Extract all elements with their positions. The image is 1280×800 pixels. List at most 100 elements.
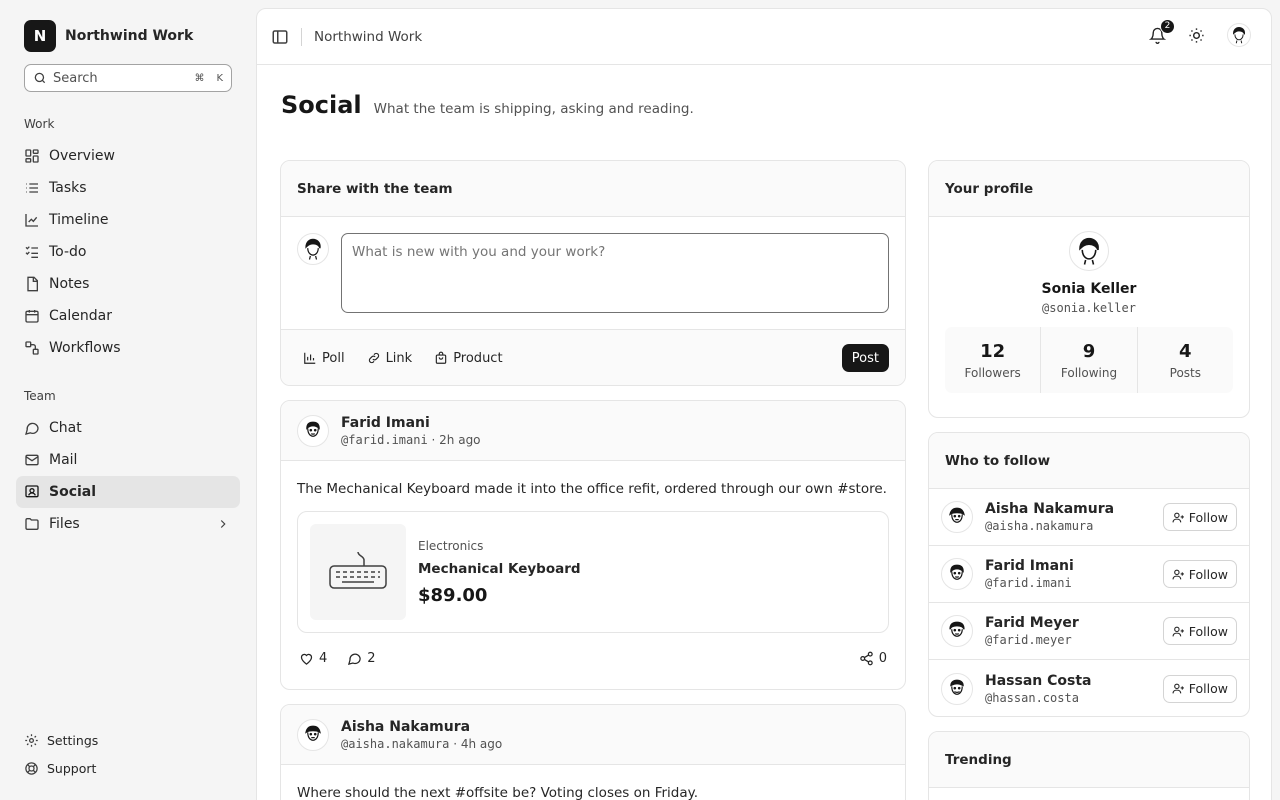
avatar-farid-icon bbox=[306, 421, 320, 437]
posts-label: Posts bbox=[1169, 365, 1201, 380]
follow-button[interactable]: Follow bbox=[1162, 560, 1237, 588]
post-author-name[interactable]: Aisha Nakamura bbox=[341, 719, 502, 735]
follow-button[interactable]: Follow bbox=[1162, 503, 1237, 531]
profile-card: Your profile Sonia Keller @sonia.keller … bbox=[928, 160, 1250, 418]
follow-label: Follow bbox=[1188, 566, 1228, 582]
topbar-divider bbox=[301, 27, 302, 46]
avatar-sonia-icon bbox=[1233, 26, 1246, 44]
product-card[interactable]: Electronics Mechanical Keyboard $89.00 bbox=[297, 511, 889, 633]
sidebar-item-timeline[interactable]: Timeline bbox=[16, 204, 240, 236]
search-icon bbox=[34, 72, 46, 84]
follow-name[interactable]: Farid Imani bbox=[985, 558, 1074, 574]
follow-handle: @farid.meyer bbox=[985, 633, 1072, 647]
sidebar-item-calendar[interactable]: Calendar bbox=[16, 300, 240, 332]
user-avatar[interactable] bbox=[1227, 23, 1251, 47]
product-button[interactable]: Product bbox=[434, 351, 503, 366]
share-button[interactable]: 0 bbox=[859, 651, 887, 666]
sidebar-item-chat[interactable]: Chat bbox=[16, 412, 240, 444]
following-count: 9 bbox=[1082, 340, 1096, 362]
calendar-icon bbox=[25, 310, 39, 323]
profile-handle: @sonia.keller bbox=[1042, 301, 1136, 315]
composer-actions: Poll Link Product Post bbox=[281, 330, 905, 385]
stat-followers[interactable]: 12 Followers bbox=[945, 327, 1042, 393]
avatar-farid-meyer-icon bbox=[949, 621, 965, 637]
follow-avatar[interactable] bbox=[941, 558, 973, 590]
who-to-follow-card: Who to follow Aisha Nakamura @aisha.naka… bbox=[928, 432, 1250, 717]
sidebar-item-label: Calendar bbox=[49, 308, 112, 324]
sidebar-item-tasks[interactable]: Tasks bbox=[16, 172, 240, 204]
follow-label: Follow bbox=[1188, 509, 1228, 525]
sidebar-item-label: Mail bbox=[49, 452, 78, 468]
like-count: 4 bbox=[319, 650, 328, 666]
sidebar-item-overview[interactable]: Overview bbox=[16, 140, 240, 172]
list-item: Hassan Costa @hassan.costa Follow bbox=[929, 660, 1249, 716]
product-category: Electronics bbox=[418, 538, 484, 553]
support-link[interactable]: Support bbox=[24, 761, 96, 776]
composer-title: Share with the team bbox=[281, 161, 905, 217]
breadcrumb[interactable]: Northwind Work bbox=[314, 29, 422, 45]
follow-handle: @aisha.nakamura bbox=[985, 519, 1094, 533]
user-plus-icon bbox=[1172, 512, 1184, 522]
search-input[interactable]: Search ⌘ K bbox=[24, 64, 232, 92]
composer-avatar bbox=[297, 233, 329, 265]
brand[interactable]: N Northwind Work bbox=[24, 20, 193, 52]
following-label: Following bbox=[1060, 365, 1118, 380]
sidebar-item-notes[interactable]: Notes bbox=[16, 268, 240, 300]
link-button[interactable]: Link bbox=[367, 351, 412, 366]
post-author-avatar[interactable] bbox=[297, 414, 329, 447]
follow-name[interactable]: Farid Meyer bbox=[985, 615, 1079, 631]
shopping-bag-icon bbox=[435, 351, 447, 364]
settings-link[interactable]: Settings bbox=[24, 733, 98, 748]
sidebar-item-files[interactable]: Files bbox=[16, 508, 240, 540]
support-label: Support bbox=[47, 761, 97, 776]
search-placeholder: Search bbox=[53, 70, 98, 86]
profile-avatar[interactable] bbox=[1069, 231, 1109, 271]
posts-count: 4 bbox=[1179, 340, 1192, 362]
page-subtitle: What the team is shipping, asking and re… bbox=[373, 101, 694, 117]
notifications-button[interactable]: 2 bbox=[1149, 18, 1175, 44]
avatar-sonia-icon bbox=[1079, 237, 1099, 265]
post-button[interactable]: Post bbox=[841, 344, 889, 372]
list-item: Farid Meyer @farid.meyer Follow bbox=[929, 603, 1249, 660]
avatar-hassan-icon bbox=[950, 679, 964, 695]
user-plus-icon bbox=[1172, 683, 1184, 694]
follow-name[interactable]: Aisha Nakamura bbox=[985, 501, 1114, 517]
notification-badge: 2 bbox=[1160, 18, 1175, 34]
list-icon bbox=[26, 183, 38, 193]
sidebar-item-label: Chat bbox=[49, 420, 82, 436]
sidebar-item-workflows[interactable]: Workflows bbox=[16, 332, 240, 364]
follow-button[interactable]: Follow bbox=[1162, 617, 1237, 645]
comment-button[interactable]: 2 bbox=[347, 650, 376, 666]
sun-icon[interactable] bbox=[1188, 27, 1205, 44]
follow-label: Follow bbox=[1188, 681, 1228, 696]
composer-input[interactable] bbox=[341, 233, 889, 313]
sidebar-toggle-icon[interactable] bbox=[271, 28, 289, 46]
stat-following[interactable]: 9 Following bbox=[1041, 327, 1138, 393]
follow-handle: @hassan.costa bbox=[985, 690, 1079, 705]
follow-avatar[interactable] bbox=[941, 501, 973, 533]
like-button[interactable]: 4 bbox=[299, 651, 327, 666]
sidebar-item-mail[interactable]: Mail bbox=[16, 444, 240, 476]
follow-button[interactable]: Follow bbox=[1162, 674, 1237, 703]
avatar-aisha-icon bbox=[949, 507, 965, 523]
main-panel: Northwind Work 2 Social What the team is… bbox=[256, 8, 1272, 800]
post-text: Where should the next #offsite be? Votin… bbox=[297, 785, 698, 800]
sidebar-item-todo[interactable]: To-do bbox=[16, 236, 240, 268]
keyboard-icon bbox=[329, 551, 387, 589]
chevron-right-icon[interactable] bbox=[216, 517, 230, 531]
brand-name: Northwind Work bbox=[65, 28, 194, 44]
page-title: Social bbox=[281, 91, 362, 119]
follow-avatar[interactable] bbox=[941, 615, 973, 647]
post-author-avatar[interactable] bbox=[297, 718, 329, 751]
share-icon bbox=[859, 651, 873, 665]
topbar-actions: 2 bbox=[1149, 18, 1251, 47]
comment-count: 2 bbox=[367, 650, 376, 666]
sidebar-item-label: Workflows bbox=[49, 340, 121, 356]
post-author-name[interactable]: Farid Imani bbox=[341, 415, 481, 431]
sidebar-item-social[interactable]: Social bbox=[16, 476, 240, 508]
follow-avatar[interactable] bbox=[941, 672, 973, 705]
stat-posts[interactable]: 4 Posts bbox=[1138, 327, 1233, 393]
follow-name[interactable]: Hassan Costa bbox=[985, 673, 1091, 689]
avatar-aisha-icon bbox=[305, 725, 321, 741]
poll-button[interactable]: Poll bbox=[303, 351, 345, 366]
